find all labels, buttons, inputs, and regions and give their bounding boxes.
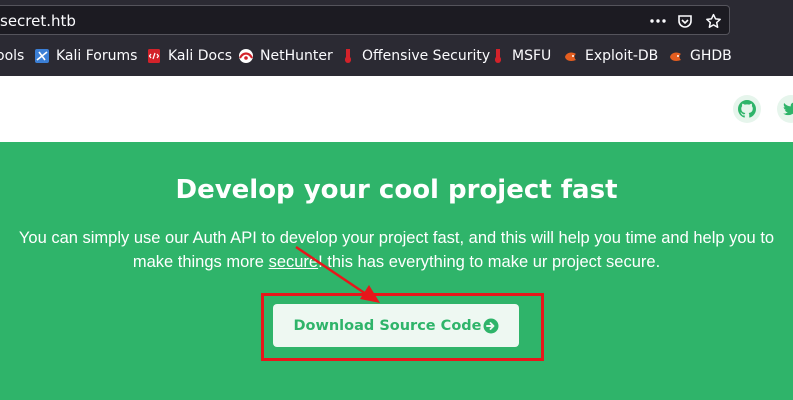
bookmark-exploit-db[interactable]: Exploit-DB (563, 44, 658, 68)
hero-description: You can simply use our Auth API to devel… (6, 226, 787, 274)
pocket-icon[interactable] (674, 10, 696, 32)
bookmark-label: Offensive Security (362, 48, 491, 64)
kali-docs-icon (146, 48, 162, 64)
site-header (0, 76, 793, 142)
nethunter-icon (238, 48, 254, 64)
hero-description-end: ! this has everything to make ur project… (318, 253, 661, 271)
bookmark-label: GHDB (690, 48, 732, 64)
exploit-db-icon (563, 48, 579, 64)
bookmark-label: Kali Forums (56, 48, 138, 64)
bookmark-kali-docs[interactable]: Kali Docs (146, 44, 232, 68)
bookmark-label: NetHunter (260, 48, 333, 64)
bookmark-ghdb[interactable]: GHDB (668, 44, 732, 68)
bookmark-tools[interactable]: ools (0, 44, 24, 68)
bookmark-kali-forums[interactable]: Kali Forums (34, 44, 137, 68)
bookmark-label: ools (0, 48, 25, 64)
url-bar[interactable]: secret.htb (0, 5, 730, 35)
download-button-label: Download Source Code (293, 317, 482, 334)
download-source-code-button[interactable]: Download Source Code (273, 304, 519, 347)
twitter-icon (783, 102, 793, 116)
bookmark-offensive-security[interactable]: Offensive Security (340, 44, 490, 68)
hero-title: Develop your cool project fast (175, 175, 618, 205)
bookmarks-toolbar: ools Kali Forums Kali Docs NetHunter Off… (0, 44, 793, 68)
ghdb-icon (668, 48, 684, 64)
secure-link[interactable]: secure (269, 253, 319, 271)
github-icon (738, 100, 756, 118)
bookmark-label: MSFU (512, 48, 552, 64)
bookmark-star-icon[interactable] (702, 10, 724, 32)
twitter-link[interactable] (777, 95, 793, 123)
url-text[interactable]: secret.htb (0, 12, 76, 30)
more-actions-icon[interactable] (647, 10, 669, 32)
bookmark-msfu[interactable]: MSFU (490, 44, 551, 68)
bookmark-nethunter[interactable]: NetHunter (238, 44, 333, 68)
offsec-icon (340, 48, 356, 64)
github-link[interactable] (733, 95, 761, 123)
bookmark-label: Exploit-DB (585, 48, 659, 64)
msfu-icon (490, 48, 506, 64)
arrow-circle-right-icon (483, 318, 499, 334)
bookmark-label: Kali Docs (168, 48, 233, 64)
kali-forums-icon (34, 48, 50, 64)
browser-chrome: secret.htb ools Kali Forums Kali Docs Ne… (0, 0, 793, 76)
hero-section: Develop your cool project fast You can s… (0, 142, 793, 400)
